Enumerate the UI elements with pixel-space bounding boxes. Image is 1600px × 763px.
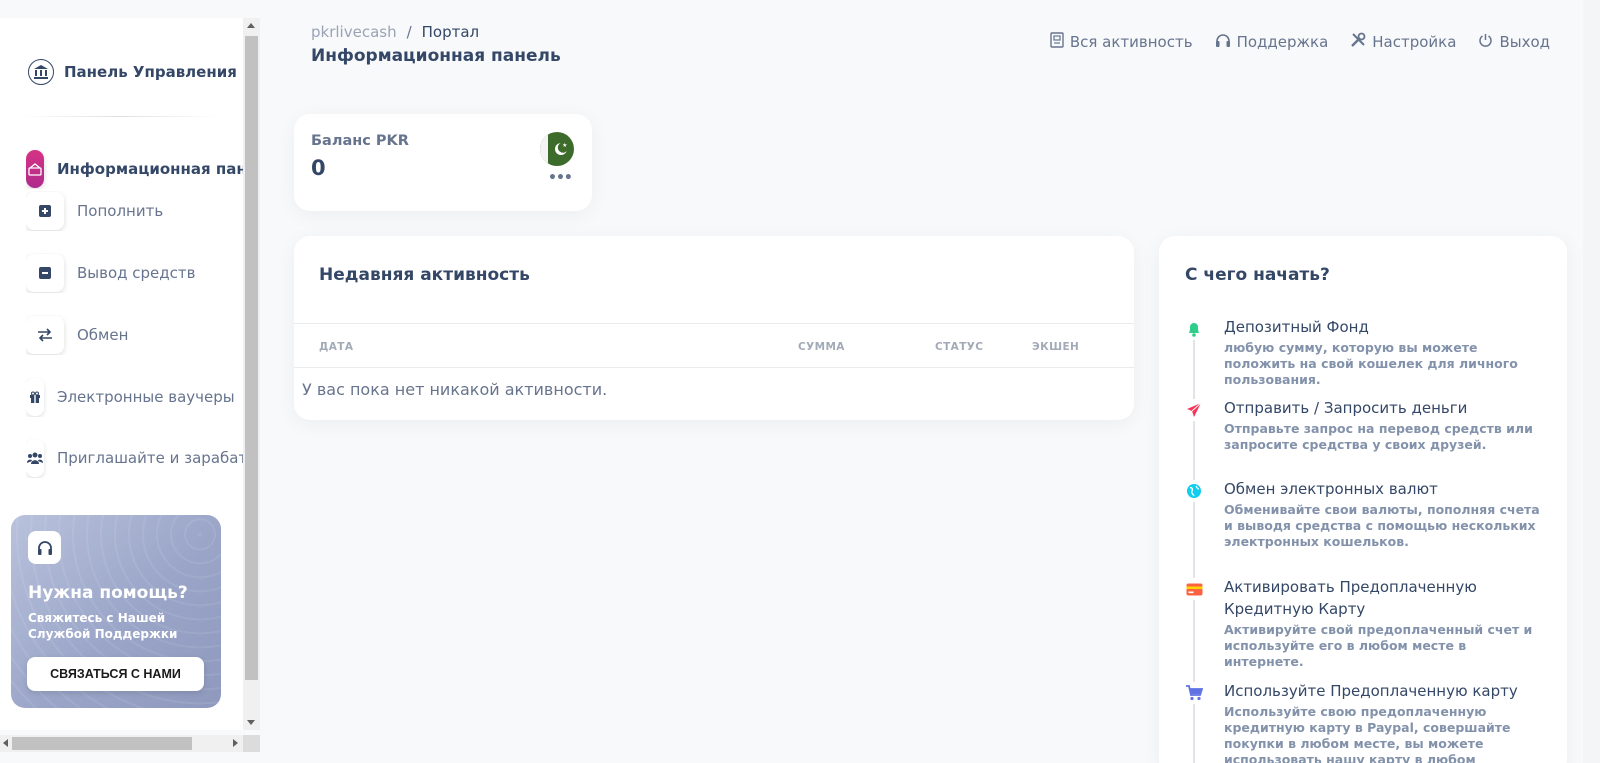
timeline-item-title: Активировать Предоплаченную Кредитную Ка… [1224, 578, 1477, 618]
help-subtitle: Свяжитесь с Нашей Службой Поддержки [28, 611, 178, 641]
timeline-item-title: Используйте Предоплаченную карту [1224, 682, 1518, 700]
breadcrumb-separator: / [406, 23, 412, 41]
column-status: СТАТУС [935, 341, 984, 353]
minus-square-icon [26, 254, 64, 292]
exchange-arrows-icon [26, 316, 64, 354]
paper-plane-icon [1183, 399, 1205, 421]
activity-table-header: ДАТА СУММА СТАТУС ЭКШЕН [294, 323, 1134, 368]
getting-started-card: С чего начать? Депозитный Фонд любую сум… [1159, 236, 1567, 763]
timeline-item-desc: Активируйте свой предоплаченный счет и и… [1224, 622, 1533, 669]
sidebar-horizontal-scrollbar[interactable] [0, 735, 243, 752]
scroll-up-arrow-icon[interactable] [247, 23, 255, 28]
balance-value: 0 [311, 156, 326, 180]
activity-empty-message: У вас пока нет никакой активности. [302, 380, 608, 399]
settings-label: Настройка [1372, 33, 1457, 51]
timeline-item-desc: Используйте свою предоплаченную кредитну… [1224, 704, 1511, 763]
column-action: ЭКШЕН [1032, 341, 1080, 353]
headphones-icon [28, 531, 61, 564]
scroll-down-arrow-icon[interactable] [247, 720, 255, 725]
scroll-right-arrow-icon[interactable] [233, 739, 238, 747]
settings-link[interactable]: Настройка [1350, 32, 1456, 52]
gift-icon [26, 378, 44, 416]
sidebar-item-deposit[interactable]: Пополнить [26, 191, 243, 231]
sidebar-item-label: Вывод средств [77, 264, 196, 282]
pakistan-flag-icon [540, 132, 574, 166]
sidebar-item-label: Информационная панель [57, 160, 243, 178]
sidebar-item-label: Электронные ваучеры [57, 388, 235, 406]
sidebar-item-dashboard[interactable]: Информационная панель [26, 149, 243, 189]
all-activity-link[interactable]: Вся активность [1050, 32, 1193, 52]
users-icon [26, 439, 44, 477]
recent-activity-title: Недавняя активность [319, 265, 530, 285]
scrollbar-thumb[interactable] [245, 36, 258, 680]
sidebar-item-label: Пополнить [77, 202, 164, 220]
tools-icon [1350, 32, 1366, 52]
logout-label: Выход [1499, 33, 1550, 51]
top-navigation: Вся активность Поддержка Настройка Выход [1050, 32, 1550, 52]
balance-card: Баланс PKR 0 ••• [294, 114, 592, 211]
bell-icon [1183, 318, 1205, 340]
timeline-item-title: Обмен электронных валют [1224, 480, 1438, 498]
timeline-item-desc: Отправьте запрос на перевод средств или … [1224, 421, 1533, 452]
help-title: Нужна помощь? [28, 583, 188, 603]
sidebar-item-label: Обмен [77, 326, 129, 344]
breadcrumb: pkrlivecash / Портал [311, 23, 479, 41]
brand-title: Панель Управления pkrlivecash [64, 63, 243, 81]
column-date: ДАТА [319, 341, 354, 353]
sidebar-brand[interactable]: Панель Управления pkrlivecash [28, 44, 243, 100]
balance-label: Баланс PKR [311, 133, 409, 149]
support-link[interactable]: Поддержка [1215, 32, 1329, 52]
page-title: Информационная панель [311, 46, 561, 66]
column-amount: СУММА [798, 341, 845, 353]
globe-icon [1183, 480, 1205, 502]
scroll-left-arrow-icon[interactable] [3, 739, 8, 747]
sidebar-item-label: Приглашайте и зарабатывайте [57, 449, 243, 467]
page-scrollbar-track[interactable] [1583, 0, 1600, 763]
getting-started-title: С чего начать? [1185, 265, 1330, 285]
sidebar-vertical-scrollbar[interactable] [243, 18, 260, 730]
plus-square-icon [26, 192, 64, 230]
all-activity-label: Вся активность [1069, 33, 1193, 51]
breadcrumb-root-link[interactable]: pkrlivecash [311, 23, 397, 41]
dashboard-icon [26, 150, 44, 188]
timeline-item-desc: Обменивайте свои валюты, пополняя счета … [1224, 502, 1540, 549]
credit-card-icon [1183, 578, 1205, 600]
sidebar-item-exchange[interactable]: Обмен [26, 315, 243, 355]
support-label: Поддержка [1236, 33, 1329, 51]
power-icon [1478, 33, 1493, 52]
bank-icon [28, 59, 54, 85]
timeline-item-title: Отправить / Запросить деньги [1224, 399, 1468, 417]
help-card: Нужна помощь? Свяжитесь с Нашей Службой … [11, 515, 221, 708]
scrollbar-thumb[interactable] [12, 737, 192, 750]
sidebar-item-vouchers[interactable]: Электронные ваучеры [26, 377, 243, 417]
sidebar-divider [20, 116, 220, 117]
sidebar-item-withdraw[interactable]: Вывод средств [26, 253, 243, 293]
more-options-icon[interactable]: ••• [548, 170, 573, 186]
logout-link[interactable]: Выход [1478, 32, 1550, 52]
sidebar: Панель Управления pkrlivecash Информацио… [0, 18, 243, 730]
contact-us-button[interactable]: СВЯЗАТЬСЯ С НАМИ [27, 657, 204, 691]
timeline-item-desc: любую сумму, которую вы можете положить … [1224, 340, 1518, 387]
cart-icon [1183, 682, 1205, 704]
scrollbar-corner [243, 735, 260, 752]
headset-icon [1215, 33, 1231, 52]
activity-log-icon [1050, 32, 1064, 52]
breadcrumb-current: Портал [421, 23, 480, 41]
recent-activity-card: Недавняя активность ДАТА СУММА СТАТУС ЭК… [294, 236, 1134, 420]
timeline-item-title: Депозитный Фонд [1224, 318, 1369, 336]
sidebar-item-referral[interactable]: Приглашайте и зарабатывайте [26, 438, 243, 478]
